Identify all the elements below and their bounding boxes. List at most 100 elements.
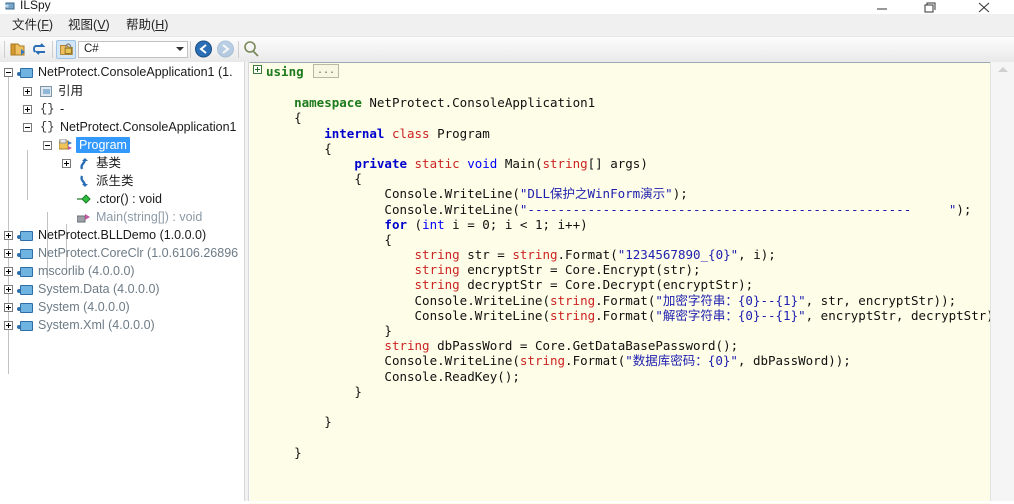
namespace-icon: {} — [40, 102, 55, 116]
code-token: static — [414, 155, 468, 171]
tree-expander[interactable] — [23, 87, 32, 96]
code-token: } — [354, 383, 362, 399]
toolbar-separator-4 — [238, 41, 239, 58]
tree-expander[interactable] — [4, 68, 13, 77]
code-token: Program — [437, 125, 490, 141]
tree-expander[interactable] — [4, 267, 13, 276]
code-line: Console.ReadKey(); — [250, 369, 990, 384]
menu-view[interactable]: 视图(V) — [62, 16, 116, 34]
code-vertical-scrollbar[interactable] — [990, 62, 1014, 503]
refresh-icon[interactable] — [30, 40, 50, 59]
code-token: i = 0; i < 1; i++) — [452, 216, 588, 232]
tree-node-label: NetProtect.CoreClr (1.0.6106.26896 — [38, 246, 239, 260]
code-line: { — [250, 232, 990, 247]
tree-expander[interactable] — [4, 249, 13, 258]
open-folder-icon[interactable] — [8, 40, 28, 59]
chevron-down-icon — [176, 47, 184, 51]
code-token: "解密字符串：{0}--{1}" — [655, 307, 806, 323]
code-token: } — [384, 323, 392, 338]
code-token: "1234567890_{0}" — [617, 247, 739, 263]
menu-file[interactable]: 文件(F) — [6, 16, 59, 34]
menu-file-label: 文件 — [12, 18, 38, 32]
menu-help[interactable]: 帮助(H) — [120, 16, 174, 34]
tree-node-label: NetProtect.BLLDemo (1.0.0.0) — [38, 228, 207, 242]
code-token: .Format( — [557, 247, 618, 263]
code-line: { — [250, 171, 990, 186]
code-line: Console.WriteLine("DLL保护之WinForm演示"); — [250, 186, 990, 201]
code-token: dbPassWord = Core.GetDataBasePassword(); — [437, 338, 739, 354]
code-token: { — [354, 171, 362, 187]
code-token: string — [542, 155, 588, 171]
toolbar-separator-3 — [190, 41, 191, 58]
tree-node-label: Program — [79, 138, 127, 152]
search-icon[interactable] — [242, 40, 262, 59]
code-token: "DLL保护之WinForm演示" — [519, 186, 673, 202]
code-token: } — [294, 444, 302, 460]
minimize-icon[interactable] — [860, 0, 906, 14]
code-line: private static void Main(string[] args) — [250, 156, 990, 171]
menu-help-mnemonic: H — [155, 18, 165, 32]
fold-ellipsis[interactable]: ... — [313, 64, 340, 78]
constructor-icon — [77, 194, 91, 205]
code-token: string — [414, 277, 468, 293]
code-token: for — [384, 216, 415, 232]
code-line: Console.WriteLine(string.Format("数据库密码：{… — [250, 353, 990, 368]
tree-expander[interactable] — [43, 141, 52, 150]
restore-icon[interactable] — [908, 0, 954, 14]
tree-expander[interactable] — [4, 321, 13, 330]
code-token: private — [354, 155, 415, 171]
class-icon — [58, 138, 73, 152]
code-token: } — [324, 414, 332, 430]
code-token: Console.WriteLine( — [384, 201, 520, 217]
assembly-icon — [17, 267, 33, 277]
code-token: class — [391, 125, 438, 141]
window-title: ILSpy — [20, 0, 51, 12]
tree-node-label: 引用 — [58, 84, 84, 98]
code-token: { — [294, 110, 302, 126]
language-combo[interactable]: C# — [78, 41, 188, 58]
code-token: "加密字符串：{0}--{1}" — [655, 292, 806, 308]
tree-node-label: NetProtect.ConsoleApplication1 — [60, 120, 237, 134]
code-token: Console.ReadKey(); — [384, 368, 520, 384]
language-combo-value: C# — [84, 43, 99, 55]
code-token: string — [414, 247, 468, 263]
assembly-icon — [17, 68, 33, 78]
tree-expander[interactable] — [23, 105, 32, 114]
code-token: "数据库密码：{0}" — [625, 353, 738, 369]
tree-expander[interactable] — [4, 231, 13, 240]
back-arrow-icon[interactable] — [194, 40, 214, 59]
code-fold-toggle[interactable] — [253, 65, 262, 74]
code-token: .Format( — [595, 307, 656, 323]
tree-expander[interactable] — [4, 285, 13, 294]
decompiled-code-view[interactable]: namespace NetProtect.ConsoleApplication1… — [250, 62, 990, 504]
assembly-icon — [17, 321, 33, 331]
code-token: ( — [414, 216, 423, 232]
code-token: str = — [467, 247, 513, 263]
code-token: string — [549, 292, 596, 308]
scroll-up-arrow-icon[interactable] — [998, 67, 1008, 72]
forward-arrow-icon[interactable] — [216, 40, 236, 59]
code-token: , dbPassWord)); — [737, 353, 851, 369]
code-line: string decryptStr = Core.Decrypt(encrypt… — [250, 277, 990, 292]
code-token: internal — [324, 125, 392, 141]
code-line: for (int i = 0; i < 1; i++) — [250, 217, 990, 232]
references-icon — [40, 86, 52, 97]
assembly-tree[interactable]: NetProtect.ConsoleApplication1 (1. 引用 {}… — [0, 62, 244, 503]
code-token: { — [384, 231, 392, 247]
code-line: namespace NetProtect.ConsoleApplication1 — [250, 95, 990, 110]
tree-expander[interactable] — [62, 159, 71, 168]
menu-view-mnemonic: V — [97, 18, 106, 32]
close-icon[interactable] — [962, 0, 1008, 14]
code-line: { — [250, 141, 990, 156]
tree-expander[interactable] — [4, 303, 13, 312]
tree-expander[interactable] — [23, 123, 32, 132]
code-line: string encryptStr = Core.Encrypt(str); — [250, 262, 990, 277]
lock-icon[interactable] — [56, 40, 76, 59]
code-token: Console.WriteLine( — [384, 186, 520, 202]
toolbar: C# — [0, 37, 1014, 63]
tree-node-label: System (4.0.0.0) — [38, 300, 130, 314]
code-token: , encryptStr, decryptStr)); — [805, 307, 990, 323]
code-line: Console.WriteLine("---------------------… — [250, 202, 990, 217]
panel-splitter[interactable] — [244, 62, 249, 503]
code-line: string str = string.Format("1234567890_{… — [250, 247, 990, 262]
